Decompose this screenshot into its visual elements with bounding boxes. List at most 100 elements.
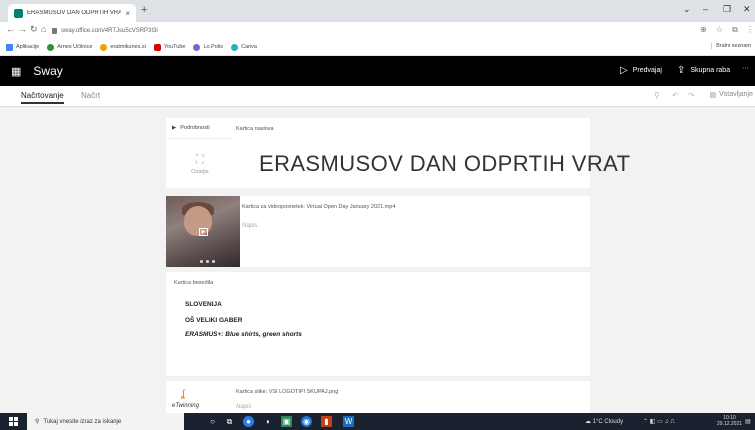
address-bar[interactable]: sway.office.com/4RTJsu5cVSRP3I3i: [52, 24, 692, 37]
tab-close-icon[interactable]: ×: [125, 9, 130, 18]
bookmark-label: YouTube: [163, 44, 186, 50]
details-label: Podrobnosti: [180, 125, 210, 131]
word-icon[interactable]: W: [343, 416, 354, 427]
preview-button[interactable]: ▷ Predvajaj: [620, 65, 662, 76]
bookmark-label: Aplikacije: [16, 44, 40, 50]
reading-list-button[interactable]: Bralni seznam: [711, 43, 751, 49]
back-icon[interactable]: ←: [6, 24, 15, 34]
office-icon[interactable]: ▮: [321, 416, 332, 427]
bookmark-canva[interactable]: Canva: [231, 43, 257, 51]
tab-search-icon[interactable]: ⌄: [683, 4, 691, 15]
redo-icon[interactable]: ↷: [688, 91, 695, 100]
chevron-right-icon: ▶: [172, 125, 177, 131]
card-type-label: Kartica naslova: [236, 126, 274, 132]
search-icon: ⚲: [35, 419, 40, 425]
tab-title: ERASMUSOV DAN ODPRTIH VRA: [27, 10, 122, 16]
youtube-icon: [153, 43, 161, 51]
taskbar-search[interactable]: ⚲ Tukaj vnesite izraz za iskanje: [27, 413, 184, 430]
new-tab-button[interactable]: +: [141, 4, 147, 16]
weather-text: 1°C Cloudy: [592, 419, 624, 425]
bookmark-arnes[interactable]: Arnes Učilnice: [47, 43, 92, 51]
windows-start-icon[interactable]: [9, 417, 18, 426]
background-label: Ozadje: [191, 169, 209, 175]
bookmark-label: eratmikunes.si: [110, 44, 146, 50]
insert-label: Vstavljanje: [719, 91, 753, 98]
video-thumbnail[interactable]: ▶: [166, 196, 240, 267]
browser-tab[interactable]: ERASMUSOV DAN ODPRTIH VRA ×: [8, 4, 136, 22]
text-line[interactable]: ERASMUS+: Blue shirts, green shorts: [185, 331, 302, 338]
store-icon[interactable]: ▣: [281, 416, 292, 427]
extensions-icon[interactable]: ⧉: [732, 25, 738, 35]
undo-icon[interactable]: ↶: [672, 91, 679, 100]
title-card[interactable]: ▶ Podrobnosti ⛶ Ozadje Kartica naslova E…: [166, 118, 630, 188]
weather-widget[interactable]: ☁ 1°C Cloudy: [585, 418, 623, 425]
close-window-icon[interactable]: ✕: [743, 4, 751, 15]
menu-icon[interactable]: ⋮: [746, 25, 754, 34]
search-icon[interactable]: ⚲: [654, 91, 660, 100]
address-row: ← → ↻ ⌂ sway.office.com/4RTJsu5cVSRP3I3i…: [0, 22, 755, 39]
app-launcher-icon[interactable]: ▦: [11, 65, 21, 78]
share-button[interactable]: ⇪ Skupna raba: [677, 65, 730, 76]
bookmark-lopolis[interactable]: Lo.Polis: [193, 43, 223, 51]
insert-button[interactable]: ▤ Vstavljanje: [710, 91, 753, 99]
logo-text: eTwinning: [172, 403, 199, 409]
install-icon[interactable]: ⊕: [700, 25, 707, 34]
notification-icon[interactable]: ▤: [745, 418, 751, 425]
bookmark-youtube[interactable]: YouTube: [153, 43, 186, 51]
sway-favicon-icon: [14, 8, 23, 18]
insert-icon: ▤: [709, 92, 717, 99]
cloud-icon: ☁: [585, 419, 591, 425]
bookmark-eratmi[interactable]: eratmikunes.si: [100, 43, 146, 51]
etwinning-logo[interactable]: ʆ eTwinning: [172, 389, 212, 413]
maximize-icon[interactable]: ❐: [723, 4, 731, 15]
chrome-icon[interactable]: ●: [243, 416, 254, 427]
share-icon: ⇪: [677, 65, 686, 76]
clock[interactable]: 10:10 29.12.2021: [717, 415, 742, 427]
text-line[interactable]: SLOVENIJA: [185, 301, 222, 308]
tab-design[interactable]: Načrt: [81, 91, 100, 100]
bookmark-label: Canva: [241, 44, 257, 50]
preview-label: Predvajaj: [632, 67, 662, 74]
text-line[interactable]: OŠ VELIKI GABER: [185, 317, 242, 324]
minimize-icon[interactable]: –: [703, 4, 708, 14]
play-icon: ▷: [620, 65, 628, 76]
cortana-icon[interactable]: ○: [207, 416, 218, 427]
home-icon[interactable]: ⌂: [41, 24, 46, 34]
sway-tab-bar: Načrtovanje Načrt ⚲ ↶ ↷ ▤ Vstavljanje: [0, 86, 755, 107]
thumbnail-dots: [200, 260, 215, 263]
caption-input[interactable]: Napis: [242, 223, 257, 229]
browser-tab-bar: ERASMUSOV DAN ODPRTIH VRA × + ⌄ – ❐ ✕: [0, 0, 755, 22]
card-type-label: Kartica za videoposnetek: Virtual Open D…: [242, 204, 396, 210]
task-view-icon[interactable]: ⧉: [224, 416, 235, 427]
clock-date: 29.12.2021: [717, 421, 743, 427]
bookmark-apps[interactable]: Aplikacije: [6, 43, 40, 51]
image-card[interactable]: ʆ eTwinning Kartica slike: VSI LOGOTIPI …: [166, 381, 590, 413]
sway-brand[interactable]: Sway: [33, 64, 62, 78]
reload-icon[interactable]: ↻: [30, 24, 38, 35]
card-type-label: Kartica besedila: [174, 280, 214, 286]
bookmark-star-icon[interactable]: ☆: [716, 25, 723, 34]
text-card[interactable]: Kartica besedila SLOVENIJA OŠ VELIKI GAB…: [166, 272, 590, 376]
edge-icon[interactable]: ◐: [263, 416, 274, 427]
etwinning-mark-icon: ʆ: [181, 389, 185, 400]
tab-storyline[interactable]: Načrtovanje: [21, 91, 64, 104]
more-options-button[interactable]: ···: [742, 65, 749, 72]
windows-taskbar: ⚲ Tukaj vnesite izraz za iskanje ○ ⧉ ● ◐…: [0, 413, 755, 430]
background-tile[interactable]: ⛶ Ozadje: [166, 138, 234, 188]
arnes-icon: [47, 43, 55, 51]
sway-title[interactable]: ERASMUSOV DAN ODPRTIH VRAT: [259, 151, 630, 177]
card-type-label: Kartica slike: VSI LOGOTIPI SKUPAJ.png: [236, 389, 339, 395]
explorer-icon[interactable]: ◉: [301, 416, 312, 427]
caption-input[interactable]: Napis: [236, 404, 251, 410]
url-text: sway.office.com/4RTJsu5cVSRP3I3i: [61, 27, 158, 34]
lopolis-icon: [193, 43, 201, 51]
taskbar-search-placeholder: Tukaj vnesite izraz za iskanje: [43, 418, 122, 425]
forward-icon[interactable]: →: [18, 24, 27, 34]
apps-grid-icon: [6, 43, 13, 51]
system-tray-icons[interactable]: ⌃ ◧ ▭ ♫ ⎍: [643, 418, 675, 426]
video-card[interactable]: ▶ Kartica za videoposnetek: Virtual Open…: [166, 196, 590, 267]
eratmi-icon: [100, 43, 108, 51]
details-toggle[interactable]: ▶ Podrobnosti: [172, 125, 210, 131]
bookmarks-bar: Aplikacije Arnes Učilnice eratmikunes.si…: [0, 39, 755, 56]
lock-icon: [52, 27, 57, 34]
